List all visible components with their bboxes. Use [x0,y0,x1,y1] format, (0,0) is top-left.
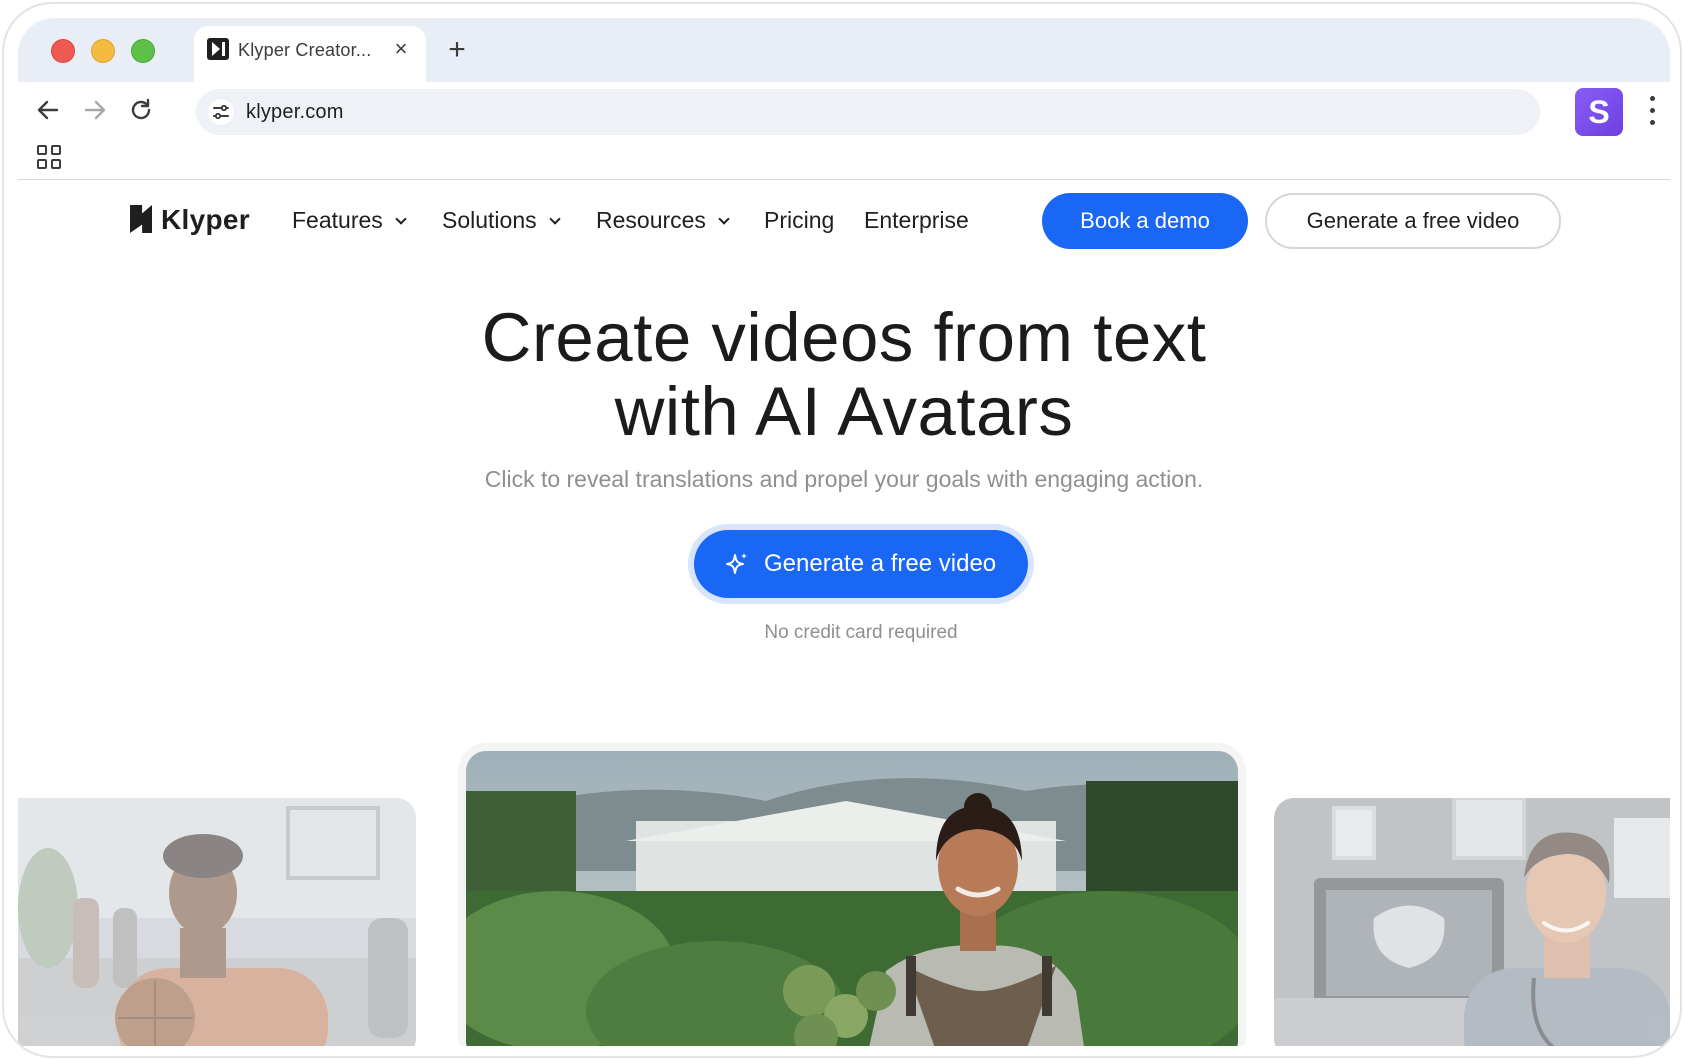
sparkle-icon [724,551,750,577]
nav-pricing[interactable]: Pricing [764,207,834,234]
hero-title-line-1: Create videos from text [481,299,1207,376]
browser-frame: Klyper Creator... × + klyper.com S Klype… [18,18,1670,1046]
chevron-down-icon [548,213,561,225]
new-tab-icon[interactable]: + [442,35,472,66]
hero-title-line-2: with AI Avatars [614,373,1074,450]
cta-label: Generate a free video [764,550,997,577]
apps-grid-icon[interactable] [37,145,63,171]
address-bar[interactable]: klyper.com [196,89,1540,135]
klyper-logo-icon [130,205,152,233]
browser-menu-icon[interactable] [1644,94,1660,128]
close-window-button[interactable] [51,39,75,63]
tab-klyper[interactable]: Klyper Creator... × [194,26,426,82]
close-tab-icon[interactable]: × [390,38,412,60]
maximize-window-button[interactable] [131,39,155,63]
back-icon[interactable] [32,94,64,126]
generate-free-video-button[interactable]: Generate a free video [694,530,1028,598]
minimize-window-button[interactable] [91,39,115,63]
klyper-favicon-icon [207,38,229,60]
web-page: Klyper Features Solutions Resources Pric… [18,181,1670,1046]
reload-icon[interactable] [125,94,157,126]
site-settings-icon[interactable] [208,99,234,125]
browser-window: Klyper Creator... × + klyper.com S Klype… [2,2,1682,1058]
logo-text: Klyper [161,204,250,235]
forward-icon[interactable] [79,94,111,126]
nav-solutions[interactable]: Solutions [442,207,561,234]
doctor-avatar-image[interactable] [1274,798,1670,1046]
profile-avatar[interactable]: S [1575,88,1623,136]
chevron-down-icon [718,213,730,225]
hero-subtitle: Click to reveal translations and propel … [484,466,1204,492]
cta-halo: Generate a free video [688,524,1034,604]
book-demo-button[interactable]: Book a demo [1042,193,1248,249]
nav-features-label: Features [292,207,383,233]
url-text: klyper.com [246,101,344,123]
chevron-down-icon [395,213,407,225]
no-credit-card-note: No credit card required [764,622,958,643]
browser-toolbar: klyper.com S [18,82,1670,138]
basketball-player-avatar-image[interactable] [18,798,416,1046]
bookmarks-bar [18,138,1670,180]
nav-features[interactable]: Features [292,207,407,234]
nav-enterprise[interactable]: Enterprise [864,207,969,234]
tab-strip: Klyper Creator... × + [18,18,1670,82]
nav-resources-label: Resources [596,207,706,233]
tab-title: Klyper Creator... [238,40,372,60]
nav-resources[interactable]: Resources [596,207,730,234]
hero-title: Create videos from text with AI Avatars [318,301,1370,449]
nav-solutions-label: Solutions [442,207,537,233]
farmer-avatar-image[interactable] [466,751,1238,1046]
generate-free-video-nav-button[interactable]: Generate a free video [1265,193,1561,249]
